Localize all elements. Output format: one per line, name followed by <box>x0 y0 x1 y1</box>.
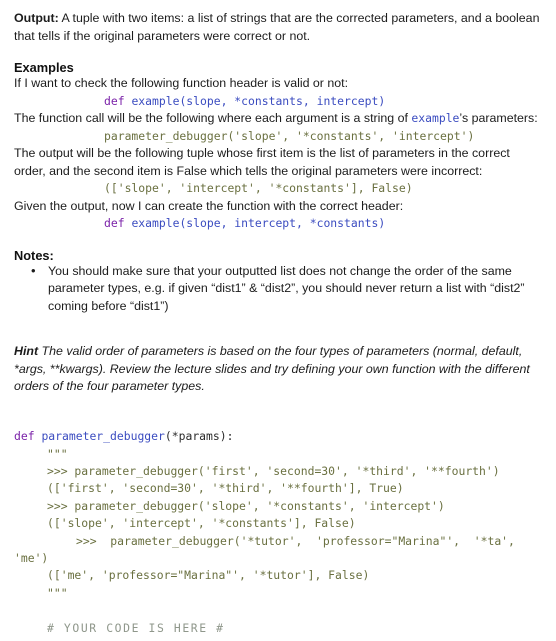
def-keyword: def <box>104 216 132 231</box>
examples-intro: If I want to check the following functio… <box>14 76 349 91</box>
code-line-wrapped-a: >>> parameter_debugger('*tutor', 'profes… <box>76 533 515 548</box>
notes-list: You should make sure that your outputted… <box>0 262 556 316</box>
code-line: def example(slope, *constants, intercept… <box>14 93 556 110</box>
def-signature: example(slope, intercept, *constants) <box>131 216 386 231</box>
top-spacer <box>0 0 556 10</box>
code-example-header-1: def example(slope, *constants, intercept… <box>0 93 556 110</box>
spacer-after-output <box>0 45 556 60</box>
examples-heading: Examples <box>14 60 74 76</box>
call-text-1: The function call will be the following … <box>14 111 412 126</box>
code-line-docstring-close: """ <box>47 585 68 600</box>
hint-label: Hint <box>14 343 39 358</box>
def-keyword: def <box>104 93 132 108</box>
code-line: def example(slope, intercept, *constants… <box>14 215 556 232</box>
solution-code-block: def parameter_debugger(*params): """ >>>… <box>0 428 556 637</box>
code-line: >>> parameter_debugger('slope', '*consta… <box>47 498 445 513</box>
code-line-spacer <box>14 602 556 619</box>
code-example-call: parameter_debugger('slope', '*constants'… <box>0 128 556 145</box>
code-line-def: def parameter_debugger(*params): <box>14 428 556 445</box>
spacer-before-notes <box>0 233 556 248</box>
inline-code-example: example <box>411 111 460 126</box>
spacer-before-hint <box>0 316 556 331</box>
call-text-2: ’s parameters: <box>459 111 538 126</box>
spacer-before-codeblock <box>0 408 556 423</box>
code-line-final-result: (['me', 'professor="Marina"', '*tutor'],… <box>47 568 370 583</box>
code-line: (['slope', 'intercept', '*constants'], F… <box>104 181 413 196</box>
def-signature: example(slope, *constants, intercept) <box>131 93 386 108</box>
output-paragraph: Output: A tuple with two items: a list o… <box>0 10 556 45</box>
code-example-header-2: def example(slope, intercept, *constants… <box>0 215 556 232</box>
code-line-docstring-open: """ <box>47 446 68 461</box>
output-label: Output: <box>14 11 59 25</box>
list-item: You should make sure that your outputted… <box>31 262 542 316</box>
function-call-paragraph: The function call will be the following … <box>0 110 556 128</box>
given-output-paragraph: Given the output, now I can create the f… <box>14 198 404 213</box>
code-line-wrapped-b: 'me') <box>14 550 49 565</box>
hint-paragraph: Hint The valid order of parameters is ba… <box>0 343 556 396</box>
document-page: Output: A tuple with two items: a list o… <box>0 0 556 641</box>
code-example-result: (['slope', 'intercept', '*constants'], F… <box>0 180 556 197</box>
code-line-placeholder-comment: # YOUR CODE IS HERE # <box>47 620 225 635</box>
code-line: parameter_debugger('slope', '*constants'… <box>104 128 475 143</box>
hint-text: The valid order of parameters is based o… <box>14 343 530 394</box>
def-keyword: def <box>14 429 42 444</box>
output-text: A tuple with two items: a list of string… <box>14 11 540 43</box>
function-name: parameter_debugger <box>41 429 165 444</box>
code-line: >>> parameter_debugger('first', 'second=… <box>47 463 500 478</box>
notes-heading: Notes: <box>14 247 54 263</box>
function-args: (*params): <box>164 429 234 444</box>
code-line: (['slope', 'intercept', '*constants'], F… <box>47 516 356 531</box>
code-line: (['first', 'second=30', '*third', '**fou… <box>47 481 404 496</box>
output-description-paragraph: The output will be the following tuple w… <box>14 146 510 178</box>
